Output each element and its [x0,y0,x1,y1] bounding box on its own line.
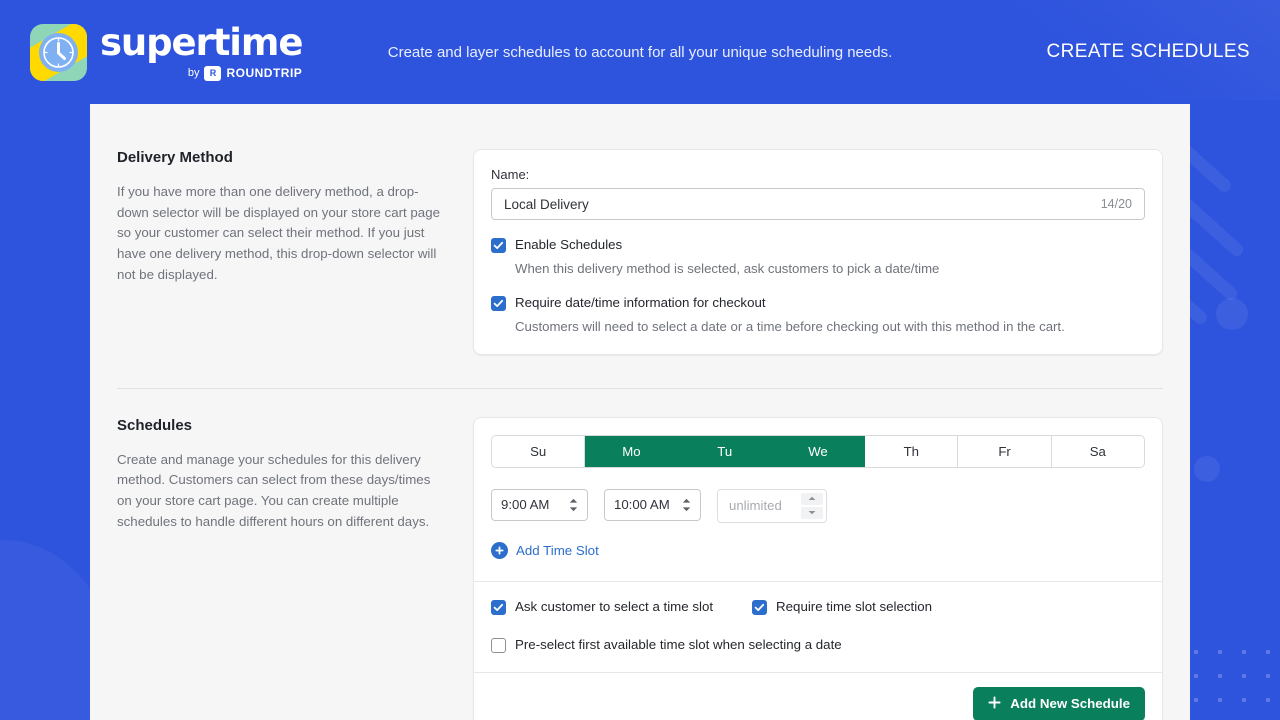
preselect-time-slot-label: Pre-select first available time slot whe… [515,637,842,652]
partner-name: ROUNDTRIP [226,66,302,80]
delivery-method-heading: Delivery Method [117,149,443,166]
day-button-we[interactable]: We [772,436,865,467]
name-char-counter: 14/20 [1101,197,1132,211]
time-slot-options-row: Ask customer to select a time slot Requi… [491,599,1145,615]
chevron-updown-icon [682,498,691,512]
enable-schedules-checkbox-row[interactable]: Enable Schedules When this delivery meth… [491,237,1145,278]
require-time-slot-label: Require time slot selection [776,599,932,614]
schedules-description: Create and manage your schedules for thi… [117,450,443,533]
roundtrip-badge-icon: R [204,66,221,81]
capacity-stepper[interactable]: unlimited [717,489,827,523]
delivery-method-info: Delivery Method If you have more than on… [117,149,473,286]
preselect-time-slot-checkbox[interactable] [491,638,506,653]
day-button-fr[interactable]: Fr [958,436,1051,467]
day-selector[interactable]: Su Mo Tu We Th Fr Sa [491,435,1145,468]
add-time-slot-button[interactable]: Add Time Slot [491,542,599,559]
enable-schedules-checkbox[interactable] [491,238,506,253]
schedules-heading: Schedules [117,417,443,434]
preselect-option-row: Pre-select first available time slot whe… [491,637,1145,653]
add-new-schedule-label: Add New Schedule [1010,696,1130,711]
day-button-sa[interactable]: Sa [1052,436,1144,467]
schedules-card-footer: Add New Schedule [474,673,1162,720]
name-field-label: Name: [491,167,1145,182]
time-slot-row: 9:00 AM 10:00 AM [491,489,1145,523]
require-time-slot-checkbox[interactable] [752,600,767,615]
name-input-value: Local Delivery [504,197,589,212]
add-new-schedule-button[interactable]: Add New Schedule [973,687,1145,720]
main-panel: Delivery Method If you have more than on… [90,104,1190,720]
add-time-slot-label: Add Time Slot [516,543,599,558]
delivery-method-description: If you have more than one delivery metho… [117,182,443,286]
delivery-method-card: Name: Local Delivery 14/20 Enable Schedu… [473,149,1163,355]
enable-schedules-help: When this delivery method is selected, a… [515,260,939,278]
capacity-increment-button[interactable] [801,493,823,505]
day-button-su[interactable]: Su [492,436,585,467]
circle-decoration-right [1216,298,1248,330]
day-button-mo[interactable]: Mo [585,436,678,467]
end-time-select[interactable]: 10:00 AM [604,489,701,521]
app-header: supertime by R ROUNDTRIP Create and laye… [0,0,1280,104]
require-datetime-help: Customers will need to select a date or … [515,318,1065,336]
ask-time-slot-label: Ask customer to select a time slot [515,599,713,614]
day-button-tu[interactable]: Tu [679,436,772,467]
capacity-placeholder: unlimited [729,498,782,513]
start-time-select[interactable]: 9:00 AM [491,489,588,521]
schedule-options: Ask customer to select a time slot Requi… [474,582,1162,672]
schedules-section: Schedules Create and manage your schedul… [117,417,1163,720]
require-datetime-label: Require date/time information for checko… [515,295,1065,311]
schedules-info: Schedules Create and manage your schedul… [117,417,473,533]
plus-circle-icon [491,542,508,559]
ask-time-slot-checkbox[interactable] [491,600,506,615]
delivery-method-body: Name: Local Delivery 14/20 Enable Schedu… [473,149,1163,355]
schedules-body: Su Mo Tu We Th Fr Sa 9:00 AM [473,417,1163,720]
enable-schedules-label: Enable Schedules [515,237,939,253]
plus-icon [988,696,1001,712]
name-input[interactable]: Local Delivery 14/20 [491,188,1145,220]
end-time-value: 10:00 AM [614,497,670,512]
day-button-th[interactable]: Th [865,436,958,467]
chevron-updown-icon [569,498,578,512]
brand-by-label: by [188,67,200,79]
page-title: CREATE SCHEDULES [1047,41,1250,63]
capacity-decrement-button[interactable] [801,507,823,519]
start-time-value: 9:00 AM [501,497,549,512]
circle-decoration-mid [1194,456,1220,482]
schedules-card: Su Mo Tu We Th Fr Sa 9:00 AM [473,417,1163,720]
require-datetime-checkbox-row[interactable]: Require date/time information for checko… [491,295,1145,336]
delivery-method-section: Delivery Method If you have more than on… [117,149,1163,355]
require-datetime-checkbox[interactable] [491,296,506,311]
section-divider [117,388,1163,389]
